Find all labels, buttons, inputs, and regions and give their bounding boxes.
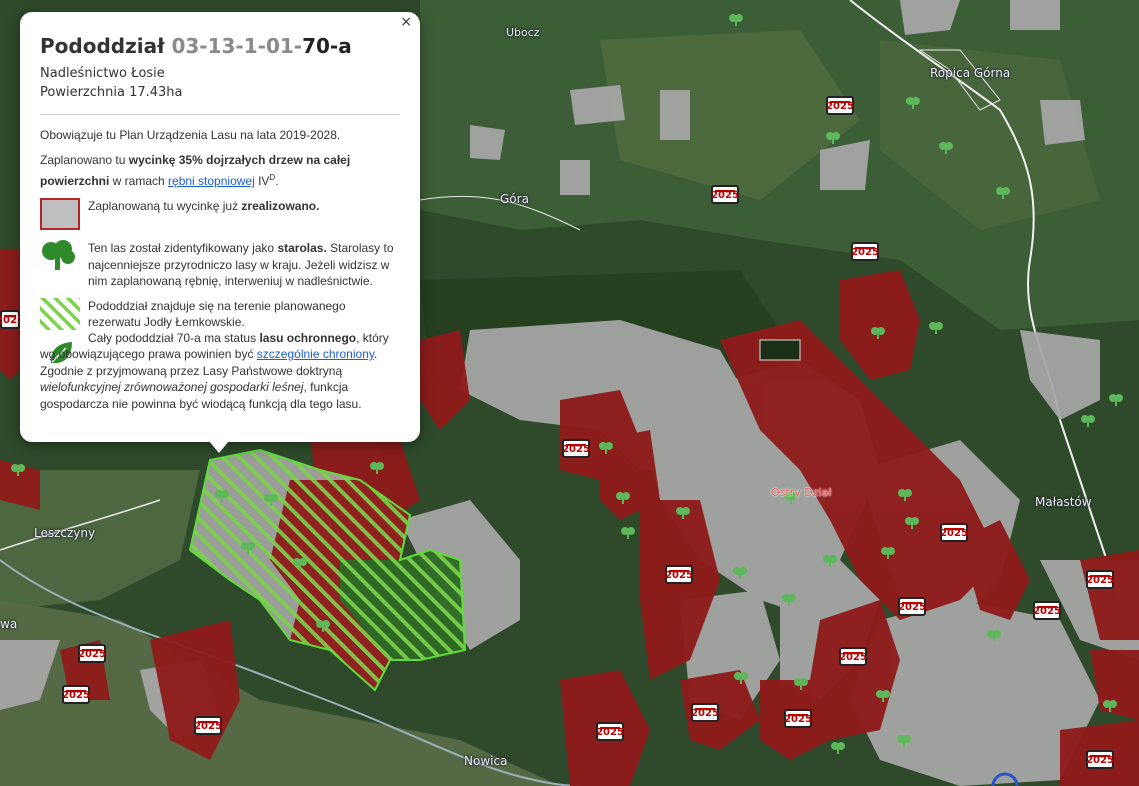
old-forest-tree-icon bbox=[42, 240, 75, 270]
place-label: Góra bbox=[500, 192, 529, 206]
place-label: Ubocz bbox=[506, 26, 540, 39]
tree-icon bbox=[831, 742, 845, 754]
badge-2025[interactable]: 2025 bbox=[0, 310, 24, 329]
plan-text: Obowiązuje tu Plan Urządzenia Lasu na la… bbox=[40, 128, 341, 142]
tree-icon bbox=[823, 555, 837, 567]
tree-icon bbox=[897, 735, 911, 747]
tree-icon bbox=[215, 490, 229, 502]
realized-row: Zaplanowaną tu wycinkę już zrealizowano. bbox=[40, 198, 400, 232]
badge-2025[interactable]: 2025 bbox=[898, 597, 926, 616]
badge-2025[interactable]: 2025 bbox=[78, 644, 106, 663]
tree-icon bbox=[898, 489, 912, 501]
badge-2025[interactable]: 2025 bbox=[940, 523, 968, 542]
badge-2025[interactable]: 2025 bbox=[1086, 750, 1114, 769]
popup-tip bbox=[209, 441, 229, 453]
tree-icon bbox=[599, 442, 613, 454]
strict-protection-link[interactable]: szczególnie chroniony bbox=[257, 347, 374, 361]
tree-icon bbox=[905, 517, 919, 529]
tree-icon bbox=[264, 494, 278, 506]
reserve-row: Pododdział znajduje się na terenie plano… bbox=[40, 297, 400, 332]
badge-2025[interactable]: 2025 bbox=[691, 703, 719, 722]
parcel-outline bbox=[759, 339, 801, 361]
tree-icon bbox=[1109, 394, 1123, 406]
badge-2025[interactable]: 2025 bbox=[194, 716, 222, 735]
badge-2025[interactable]: 2025 bbox=[62, 685, 90, 704]
subdivision-popup: × Pododdział 03-13-1-01-70-a Nadleśnictw… bbox=[20, 12, 420, 442]
tree-icon bbox=[676, 507, 690, 519]
tree-icon bbox=[987, 630, 1001, 642]
reserve-text: Pododdział znajduje się na terenie plano… bbox=[88, 298, 346, 330]
tree-icon bbox=[370, 462, 384, 474]
tree-icon bbox=[316, 620, 330, 632]
tree-icon bbox=[881, 547, 895, 559]
tree-icon bbox=[1081, 415, 1095, 427]
tree-icon bbox=[11, 464, 25, 476]
tree-icon bbox=[734, 672, 748, 684]
badge-2025[interactable]: 2025 bbox=[562, 439, 590, 458]
tree-icon bbox=[241, 542, 255, 554]
protective-text-body: Cały pododdział 70-a ma status lasu ochr… bbox=[40, 330, 389, 411]
place-label: Nowica bbox=[464, 754, 508, 768]
cut-method-link[interactable]: rębni stopniowej bbox=[168, 174, 255, 188]
close-button[interactable]: × bbox=[400, 14, 412, 30]
tree-icon bbox=[616, 492, 630, 504]
place-label: Leszczyny bbox=[34, 526, 96, 540]
title-id: 03-13-1-01- bbox=[171, 34, 303, 58]
place-label: Ropica Górna bbox=[930, 66, 1011, 80]
oldforest-row: Ten las został zidentyfikowany jako star… bbox=[40, 240, 400, 290]
badge-2025[interactable]: 2025 bbox=[826, 96, 854, 115]
tree-icon bbox=[782, 594, 796, 606]
realized-text: Zaplanowaną tu wycinkę już zrealizowano. bbox=[88, 199, 320, 213]
tree-icon bbox=[729, 14, 743, 26]
tree-icon bbox=[621, 527, 635, 539]
badge-2025[interactable]: 2025 bbox=[711, 185, 739, 204]
tree-icon bbox=[794, 678, 808, 690]
tree-icon bbox=[906, 97, 920, 109]
badge-2025[interactable]: 2025 bbox=[851, 242, 879, 261]
place-label: Małastów bbox=[1035, 495, 1092, 509]
cut-text: Zaplanowano tu wycinkę 35% dojrzałych dr… bbox=[40, 153, 351, 188]
badge-2025[interactable]: 2025 bbox=[665, 565, 693, 584]
place-label: Ostry Dział bbox=[771, 486, 832, 499]
badge-2025[interactable]: 2025 bbox=[1033, 601, 1061, 620]
title-suffix: 70-a bbox=[302, 34, 352, 58]
district-name: Nadleśnictwo Łosie bbox=[40, 66, 165, 81]
tree-icon bbox=[1103, 700, 1117, 712]
popup-title: Pododdział 03-13-1-01-70-a bbox=[40, 34, 400, 58]
tree-icon bbox=[876, 690, 890, 702]
tree-icon bbox=[996, 187, 1010, 199]
badge-2025[interactable]: 2025 bbox=[784, 709, 812, 728]
title-prefix: Pododdział bbox=[40, 34, 172, 58]
tree-icon bbox=[939, 142, 953, 154]
badge-2025[interactable]: 2025 bbox=[596, 722, 624, 741]
badge-2025[interactable]: 2025 bbox=[839, 647, 867, 666]
tree-icon bbox=[733, 567, 747, 579]
place-label: wa bbox=[0, 617, 18, 631]
realized-swatch-icon bbox=[40, 198, 80, 230]
tree-icon bbox=[293, 558, 307, 570]
divider bbox=[40, 114, 400, 115]
oldforest-text: Ten las został zidentyfikowany jako star… bbox=[88, 241, 394, 288]
area-text: Powierzchnia 17.43ha bbox=[40, 85, 183, 100]
tree-icon bbox=[929, 322, 943, 334]
tree-icon bbox=[871, 327, 885, 339]
tree-icon bbox=[826, 132, 840, 144]
badge-2025[interactable]: 2025 bbox=[1086, 570, 1114, 589]
reserve-hatch-icon bbox=[40, 297, 80, 330]
